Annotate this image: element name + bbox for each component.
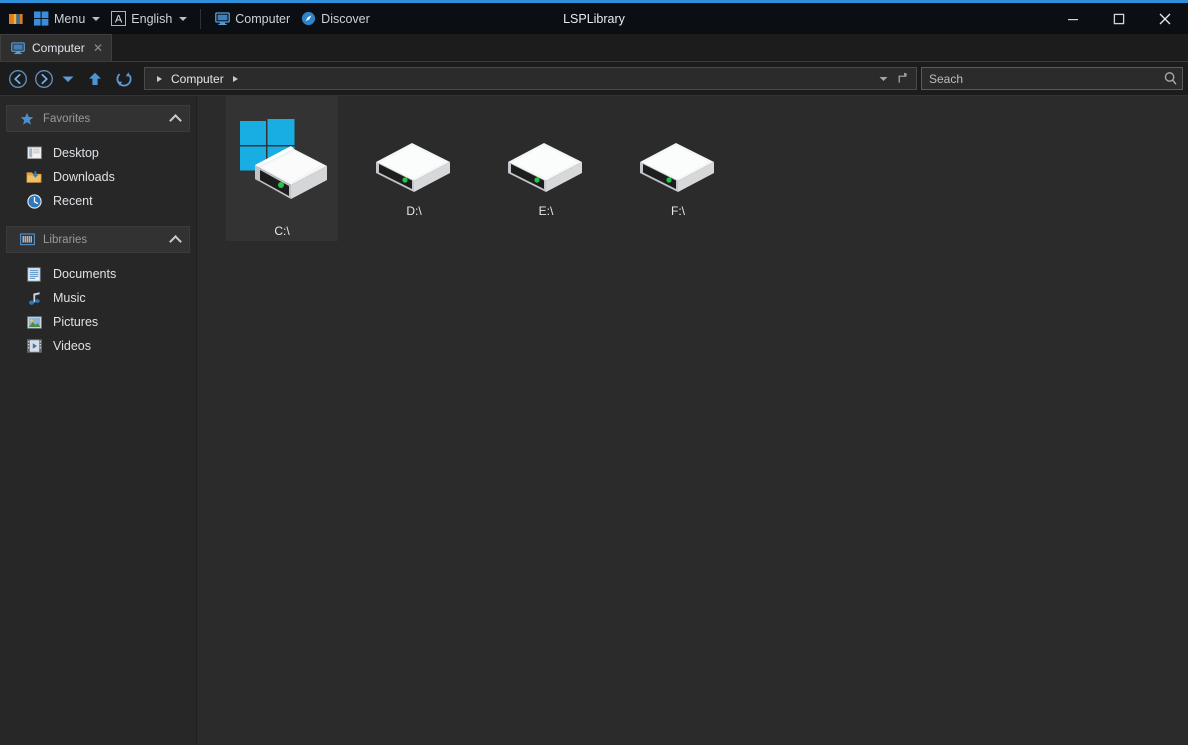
- tab-strip: Computer ✕: [0, 34, 1188, 62]
- menu-bar: Menu A English Computer Discover: [0, 3, 375, 34]
- menu-button[interactable]: Menu: [28, 7, 105, 31]
- sidebar-item-documents-label: Documents: [53, 267, 117, 281]
- menu-divider: [200, 8, 202, 29]
- sidebar-item-recent-label: Recent: [53, 194, 93, 208]
- drive-item-f-label: F:\: [671, 204, 685, 218]
- shortcut-discover[interactable]: Discover: [295, 7, 375, 31]
- sidebar-item-desktop-label: Desktop: [53, 146, 99, 160]
- drive-item-d-label: D:\: [406, 204, 422, 218]
- books-icon: [8, 11, 24, 27]
- shortcut-computer[interactable]: Computer: [209, 7, 295, 31]
- chevron-down-icon: [92, 16, 101, 21]
- desktop-icon: [26, 145, 42, 161]
- hard-drive-icon: [636, 132, 720, 192]
- search-input[interactable]: [929, 71, 1163, 86]
- clock-icon: [26, 193, 42, 209]
- sidebar-item-downloads[interactable]: Downloads: [6, 165, 190, 189]
- sidebar-group-favorites-label: Favorites: [43, 112, 91, 125]
- search-icon[interactable]: [1163, 71, 1178, 86]
- shortcut-computer-label: Computer: [235, 11, 291, 26]
- menu-button-label: Menu: [54, 11, 86, 26]
- hard-drive-icon: [372, 132, 456, 192]
- library-icon: [19, 232, 35, 248]
- tab-close-icon[interactable]: ✕: [91, 41, 105, 55]
- shortcut-discover-label: Discover: [321, 11, 370, 26]
- sidebar-item-desktop[interactable]: Desktop: [6, 141, 190, 165]
- windows-logo-icon: [33, 11, 49, 27]
- app-icon-button[interactable]: [6, 7, 28, 31]
- chevron-up-icon[interactable]: [169, 113, 182, 127]
- sidebar-group-libraries[interactable]: Libraries: [6, 226, 190, 253]
- sidebar-item-documents[interactable]: Documents: [6, 262, 190, 286]
- path-end-controls: [878, 72, 914, 85]
- sidebar-item-music[interactable]: Music: [6, 286, 190, 310]
- compass-icon: [300, 11, 316, 27]
- drive-item-e[interactable]: E:\: [490, 96, 602, 241]
- language-button[interactable]: A English: [105, 7, 192, 31]
- sidebar-item-videos-label: Videos: [53, 339, 91, 353]
- navigation-toolbar: Computer: [0, 62, 1188, 96]
- file-list-area[interactable]: C:\ D:\ E:\ F:\: [197, 96, 1188, 745]
- breadcrumb-arrow-icon: [232, 75, 238, 82]
- sidebar-item-pictures[interactable]: Pictures: [6, 310, 190, 334]
- drive-item-d[interactable]: D:\: [358, 96, 470, 241]
- music-note-icon: [26, 290, 42, 306]
- sidebar: Favorites Desktop Downloads Recent Libra…: [0, 96, 197, 745]
- drive-icon-grid: C:\ D:\ E:\ F:\: [197, 96, 1188, 241]
- path-breadcrumb-bar[interactable]: Computer: [144, 67, 917, 90]
- downloads-folder-icon: [26, 169, 42, 185]
- breadcrumb-item-computer[interactable]: Computer: [168, 70, 227, 88]
- sidebar-item-music-label: Music: [53, 291, 86, 305]
- history-dropdown-button[interactable]: [57, 66, 79, 92]
- sidebar-item-pictures-label: Pictures: [53, 315, 99, 329]
- tab-computer[interactable]: Computer ✕: [0, 34, 112, 61]
- forward-button[interactable]: [31, 66, 57, 92]
- chevron-up-icon[interactable]: [169, 234, 182, 248]
- close-button[interactable]: [1142, 3, 1188, 34]
- edit-path-icon[interactable]: [896, 72, 909, 85]
- maximize-button[interactable]: [1096, 3, 1142, 34]
- hard-drive-windows-icon: [228, 104, 336, 212]
- up-button[interactable]: [82, 66, 108, 92]
- sidebar-group-favorites[interactable]: Favorites: [6, 105, 190, 132]
- sidebar-group-libraries-label: Libraries: [43, 233, 88, 246]
- chevron-down-icon: [179, 16, 188, 21]
- tab-label: Computer: [32, 41, 85, 55]
- language-a-icon: A: [110, 11, 126, 27]
- picture-icon: [26, 314, 42, 330]
- drive-item-f[interactable]: F:\: [622, 96, 734, 241]
- search-box[interactable]: [921, 67, 1183, 90]
- sidebar-item-downloads-label: Downloads: [53, 170, 115, 184]
- path-dropdown-icon[interactable]: [878, 73, 889, 84]
- title-bar: Menu A English Computer Discover LSPLibr…: [0, 3, 1188, 34]
- hard-drive-icon: [504, 132, 588, 192]
- star-icon: [19, 111, 35, 127]
- back-button[interactable]: [5, 66, 31, 92]
- drive-item-c[interactable]: C:\: [226, 96, 338, 241]
- sidebar-item-videos[interactable]: Videos: [6, 334, 190, 358]
- main-body: Favorites Desktop Downloads Recent Libra…: [0, 96, 1188, 745]
- file-manager-window: Menu A English Computer Discover LSPLibr…: [0, 0, 1188, 745]
- breadcrumb-arrow-icon: [157, 75, 162, 82]
- svg-text:A: A: [115, 14, 123, 26]
- drive-item-c-label: C:\: [274, 224, 290, 238]
- window-controls: [1050, 3, 1188, 34]
- document-icon: [26, 266, 42, 282]
- video-icon: [26, 338, 42, 354]
- monitor-icon: [214, 11, 230, 27]
- reload-button[interactable]: [111, 66, 137, 92]
- monitor-icon: [10, 40, 26, 56]
- drive-item-e-label: E:\: [538, 204, 554, 218]
- minimize-button[interactable]: [1050, 3, 1096, 34]
- sidebar-item-recent[interactable]: Recent: [6, 189, 190, 213]
- language-button-label: English: [131, 11, 173, 26]
